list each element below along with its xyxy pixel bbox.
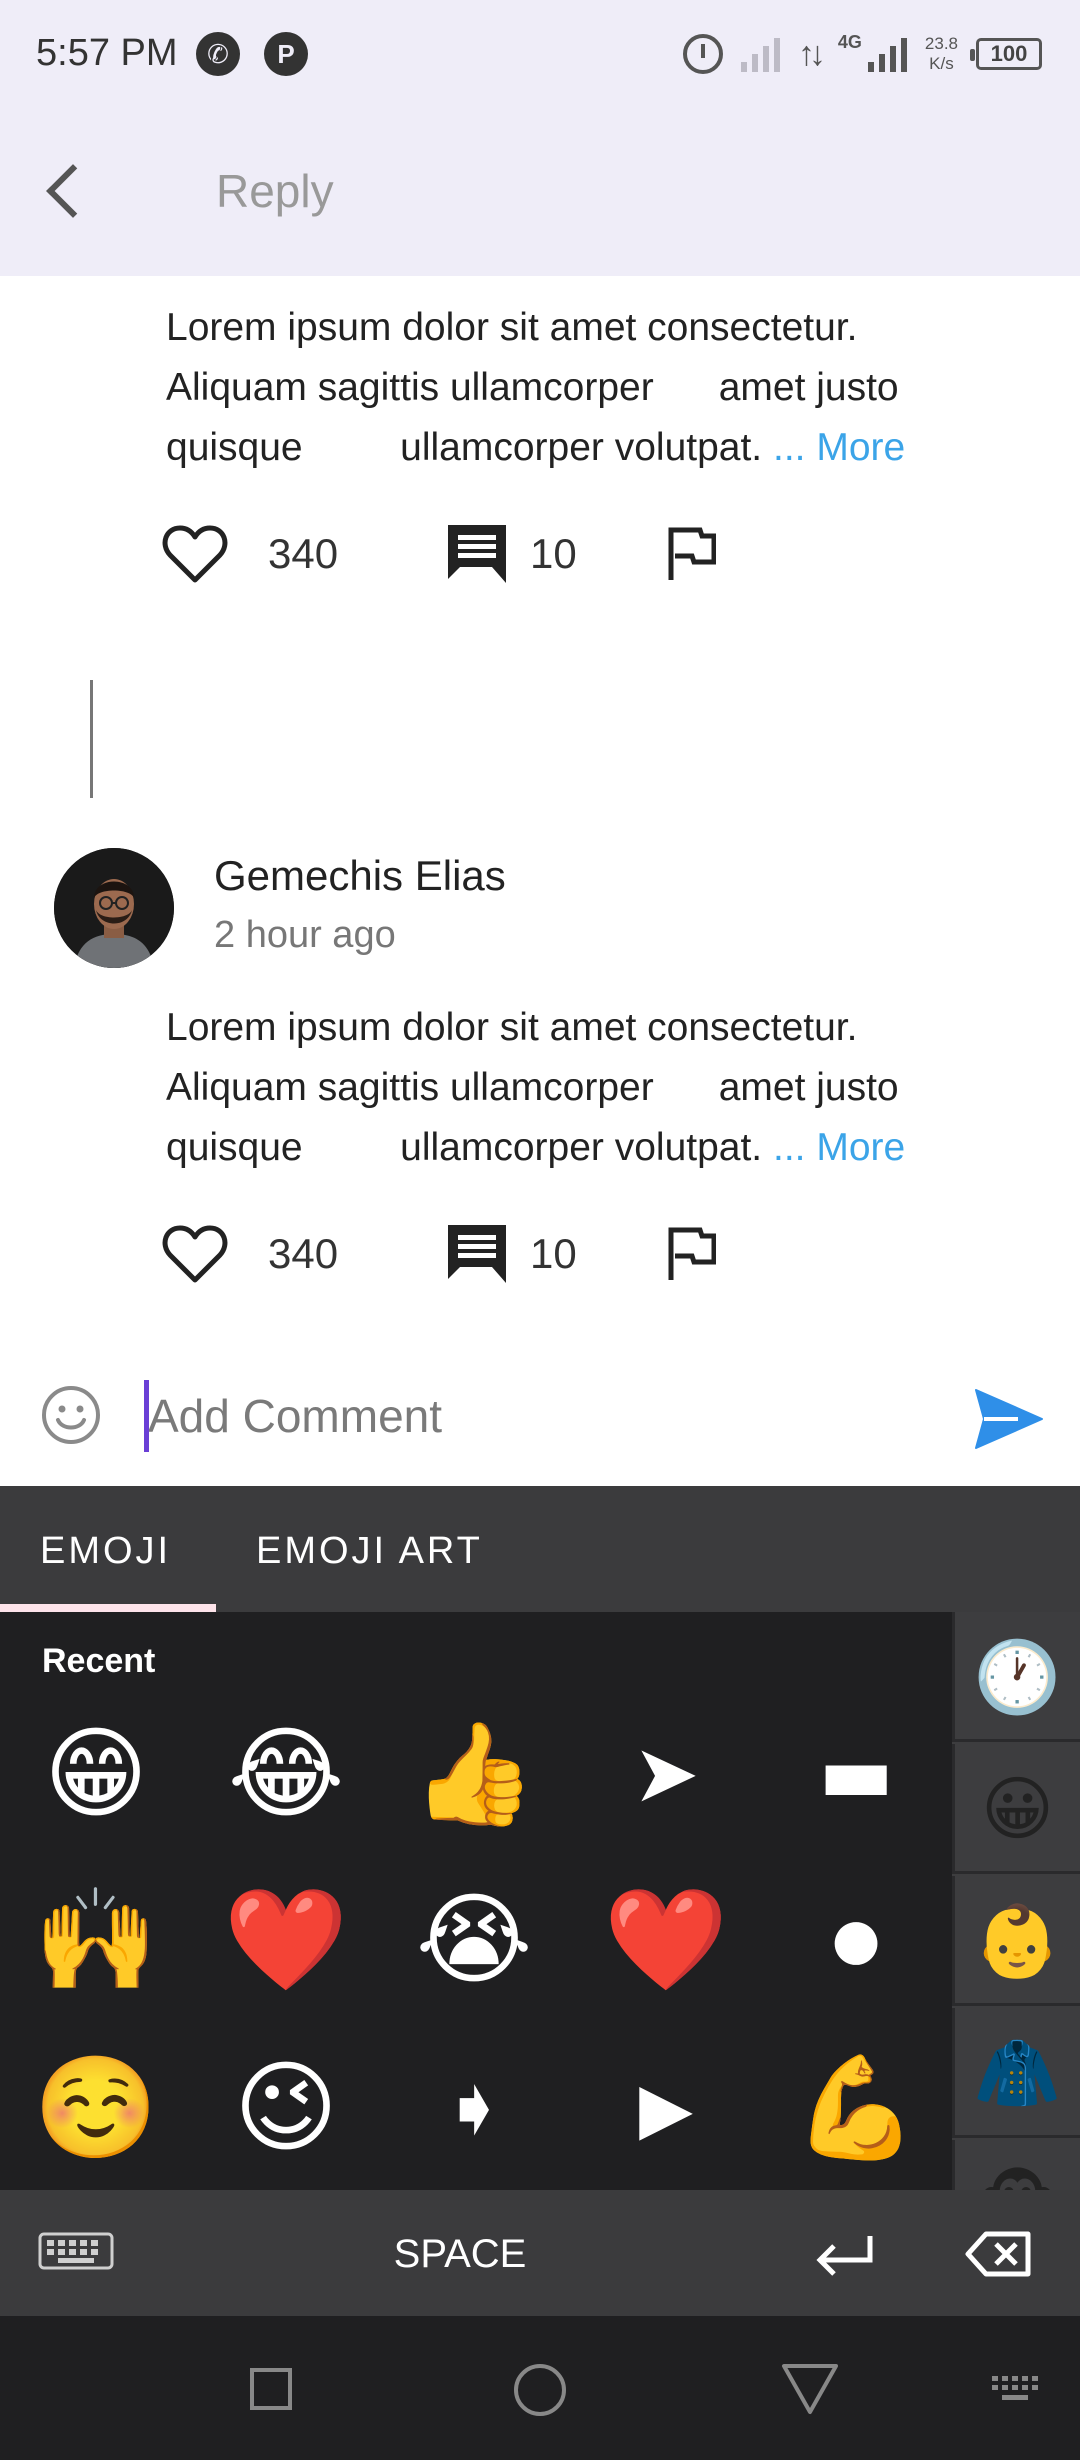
battery-icon: 100 — [970, 38, 1042, 70]
comment-timestamp: 2 hour ago — [214, 914, 396, 956]
section-label: Recent — [42, 1642, 156, 1680]
phone-icon: ✆ — [196, 32, 240, 76]
tab-emoji-art[interactable]: EMOJI ART — [256, 1530, 483, 1573]
comment-input-bar — [0, 1352, 1080, 1486]
emoji-key[interactable]: ▶ — [596, 2038, 736, 2178]
page-title: Reply — [216, 165, 334, 217]
comment-line: Aliquam sagittis ullamcorper amet justo — [166, 1066, 899, 1109]
backspace-icon[interactable] — [964, 2226, 1034, 2282]
emoji-key[interactable]: 🙌 — [26, 1870, 166, 2010]
home-icon[interactable] — [514, 2364, 566, 2416]
report-button[interactable] — [666, 516, 716, 592]
keyboard-icon[interactable] — [38, 2230, 114, 2274]
emoji-tab-bar: EMOJI EMOJI ART — [0, 1486, 1080, 1612]
comment-body: Lorem ipsum dolor sit amet consectetur. … — [166, 998, 1006, 1178]
comment-icon — [448, 1225, 506, 1283]
comment-body: Lorem ipsum dolor sit amet consectetur. … — [166, 298, 1006, 478]
space-key[interactable]: SPACE — [300, 2226, 620, 2282]
flag-icon — [668, 1227, 716, 1280]
comment-line: quisque ullamcorper volutpat. — [166, 426, 773, 469]
status-bar: 5:57 PM ✆ P ↑↓ 4G 23.8 K/s 100 — [0, 0, 1080, 108]
animals-category-icon[interactable]: 🐵 — [952, 2140, 1080, 2190]
nav-back-icon[interactable] — [780, 2362, 840, 2416]
reply-count: 10 — [530, 530, 577, 577]
comment-line: Lorem ipsum dolor sit amet consectetur. — [166, 1006, 858, 1049]
emoji-key[interactable]: ● — [786, 1870, 926, 2010]
recents-icon[interactable] — [250, 2368, 292, 2410]
speed-unit: K/s — [929, 54, 954, 73]
avatar-image — [54, 848, 174, 968]
emoji-key[interactable]: 😭 — [404, 1870, 544, 2010]
reply-count: 10 — [530, 1230, 577, 1277]
emoji-key[interactable]: ❤️ — [216, 1870, 356, 2010]
like-count: 340 — [268, 530, 339, 577]
thread-line — [90, 680, 93, 798]
send-icon[interactable] — [974, 1386, 1044, 1452]
like-count: 340 — [268, 1230, 339, 1277]
report-button[interactable] — [666, 1216, 716, 1292]
recent-category-icon[interactable]: 🕐 — [952, 1612, 1080, 1742]
emoji-key[interactable]: ➧ — [404, 2038, 544, 2178]
like-button[interactable]: 340 — [162, 516, 338, 592]
more-link[interactable]: ... More — [773, 1126, 905, 1169]
tab-emoji[interactable]: EMOJI — [40, 1530, 171, 1573]
comment-line: Lorem ipsum dolor sit amet consectetur. — [166, 306, 858, 349]
emoji-key[interactable]: 😂 — [216, 1704, 356, 1844]
speed-value: 23.8 — [924, 34, 958, 53]
reply-button[interactable]: 10 — [446, 1216, 577, 1292]
comment-icon — [448, 525, 506, 583]
clothing-category-icon[interactable]: 🧥 — [952, 2008, 1080, 2138]
status-time: 5:57 PM — [36, 32, 178, 74]
reply-button[interactable]: 10 — [446, 516, 577, 592]
app-notification-icon: P — [264, 32, 308, 76]
smileys-category-icon[interactable]: 😀 — [952, 1744, 1080, 1874]
emoji-category-bar: 🕐 😀 👶 🧥 🐵 — [952, 1612, 1080, 2190]
comment-line: Aliquam sagittis ullamcorper amet justo — [166, 366, 899, 409]
flag-icon — [668, 527, 716, 580]
emoji-key[interactable]: 😁 — [26, 1704, 166, 1844]
emoji-key[interactable]: 😉 — [216, 2038, 356, 2178]
author-name[interactable]: Gemechis Elias — [214, 852, 506, 900]
emoji-key[interactable]: ▬ — [786, 1704, 926, 1844]
text-cursor — [144, 1380, 149, 1452]
active-tab-indicator — [0, 1604, 216, 1612]
network-speed: 23.8 K/s — [925, 34, 958, 74]
emoji-key[interactable]: 👍 — [404, 1704, 544, 1844]
app-bar: Reply — [0, 108, 1080, 276]
emoji-toggle-icon[interactable] — [40, 1384, 102, 1446]
heart-icon — [162, 525, 228, 583]
network-type: 4G — [837, 31, 862, 52]
status-indicators: ↑↓ 4G 23.8 K/s 100 — [682, 26, 1042, 82]
system-nav-bar — [0, 2316, 1080, 2460]
data-transfer-icon: ↑↓ — [797, 34, 826, 73]
avatar[interactable] — [54, 848, 174, 968]
more-link[interactable]: ... More — [773, 426, 905, 469]
keyboard-bottom-row: SPACE — [0, 2190, 1080, 2316]
people-category-icon[interactable]: 👶 — [952, 1876, 1080, 2006]
comment-line: quisque ullamcorper volutpat. — [166, 1126, 773, 1169]
heart-icon — [162, 1225, 228, 1283]
enter-icon[interactable] — [810, 2226, 880, 2282]
emoji-grid: Recent 😁 😂 👍 ➤ ▬ 🙌 ❤️ 😭 ❤️ ● ☺️ 😉 ➧ ▶ 💪 — [0, 1612, 952, 2190]
like-button[interactable]: 340 — [162, 1216, 338, 1292]
signal-sim2-icon — [867, 36, 907, 72]
keyboard-switch-icon[interactable] — [990, 2374, 1038, 2404]
back-arrow-icon[interactable] — [36, 158, 100, 226]
emoji-key[interactable]: 💪 — [786, 2038, 926, 2178]
comment-input[interactable] — [148, 1376, 928, 1456]
emoji-key[interactable]: ➤ — [596, 1704, 736, 1844]
emoji-key[interactable]: ☺️ — [26, 2038, 166, 2178]
alarm-icon — [682, 34, 723, 74]
signal-sim1-icon — [740, 36, 780, 72]
emoji-key[interactable]: ❤️ — [596, 1870, 736, 2010]
